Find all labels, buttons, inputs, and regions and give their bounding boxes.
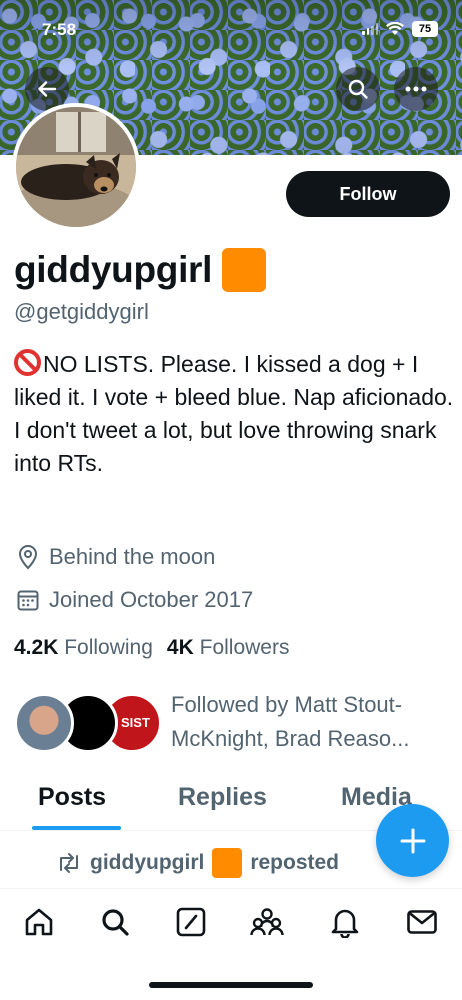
joined-text: Joined October 2017 — [49, 587, 254, 612]
tab-posts[interactable]: Posts — [38, 783, 106, 812]
more-icon — [405, 86, 427, 92]
follow-stats: 4.2K Following 4K Followers — [14, 636, 289, 660]
repost-user: giddyupgirl — [90, 851, 205, 874]
followers-label: Followers — [199, 636, 290, 659]
plus-icon — [400, 828, 425, 853]
followed-by-avatars[interactable]: SIST — [14, 693, 162, 753]
nav-explore[interactable] — [98, 905, 132, 939]
followers-count: 4K — [166, 636, 194, 659]
bio: NO LISTS. Please. I kissed a dog + I lik… — [14, 348, 454, 480]
bio-text: NO LISTS. Please. I kissed a dog + I lik… — [14, 351, 454, 476]
nav-home[interactable] — [22, 905, 56, 939]
battery-indicator: 75 — [412, 21, 438, 37]
explore-icon — [102, 909, 129, 936]
follow-button[interactable]: Follow — [286, 171, 450, 217]
wifi-icon — [386, 22, 404, 35]
repost-context[interactable]: giddyupgirl reposted — [56, 848, 339, 878]
orange-square-icon — [222, 248, 267, 292]
follower-avatar-3-text: SIST — [121, 715, 150, 730]
home-icon — [25, 908, 53, 936]
grok-icon — [176, 907, 206, 937]
location-text: Behind the moon — [49, 544, 216, 569]
tab-replies[interactable]: Replies — [178, 783, 267, 812]
display-name: giddyupgirl — [14, 248, 267, 292]
followed-by-line1: Followed by Matt Stout- — [171, 692, 403, 717]
nav-messages[interactable] — [405, 905, 439, 939]
followed-by-line2: McKnight, Brad Reaso... — [171, 726, 410, 751]
search-icon — [348, 79, 368, 99]
compose-button[interactable] — [376, 804, 449, 877]
following-count: 4.2K — [14, 636, 59, 659]
following-link[interactable]: 4.2K Following — [14, 636, 153, 660]
home-indicator — [149, 982, 313, 988]
notifications-icon — [331, 909, 359, 938]
prohibited-icon — [14, 349, 41, 376]
location-pin-icon — [18, 545, 38, 570]
joined-row: Joined October 2017 — [16, 587, 253, 613]
location-row: Behind the moon — [16, 544, 215, 570]
nav-notifications[interactable] — [328, 905, 362, 939]
more-button[interactable] — [394, 67, 438, 111]
repost-label: reposted — [250, 851, 340, 874]
status-bar: 7:58 75 — [0, 0, 462, 44]
display-name-text: giddyupgirl — [14, 249, 213, 290]
handle: @getgiddygirl — [14, 299, 149, 324]
search-button[interactable] — [336, 67, 380, 111]
following-label: Following — [64, 636, 153, 659]
orange-square-icon — [212, 848, 243, 878]
status-time: 7:58 — [42, 20, 77, 39]
followers-link[interactable]: 4K Followers — [167, 636, 290, 660]
repost-icon — [60, 853, 78, 873]
signal-icon — [362, 23, 378, 35]
follower-avatar-1 — [14, 693, 74, 753]
nav-communities[interactable] — [250, 905, 284, 939]
avatar-dog-image — [16, 107, 136, 227]
active-tab-indicator — [32, 826, 121, 830]
calendar-icon — [17, 590, 39, 611]
messages-icon — [407, 910, 437, 934]
bottom-nav — [0, 888, 462, 1000]
profile-avatar[interactable] — [12, 103, 140, 231]
communities-icon — [250, 908, 284, 936]
followed-by-text[interactable]: Followed by Matt Stout- McKnight, Brad R… — [171, 688, 456, 756]
nav-grok[interactable] — [174, 905, 208, 939]
back-arrow-icon — [38, 81, 57, 97]
status-icons: 75 — [362, 21, 438, 37]
